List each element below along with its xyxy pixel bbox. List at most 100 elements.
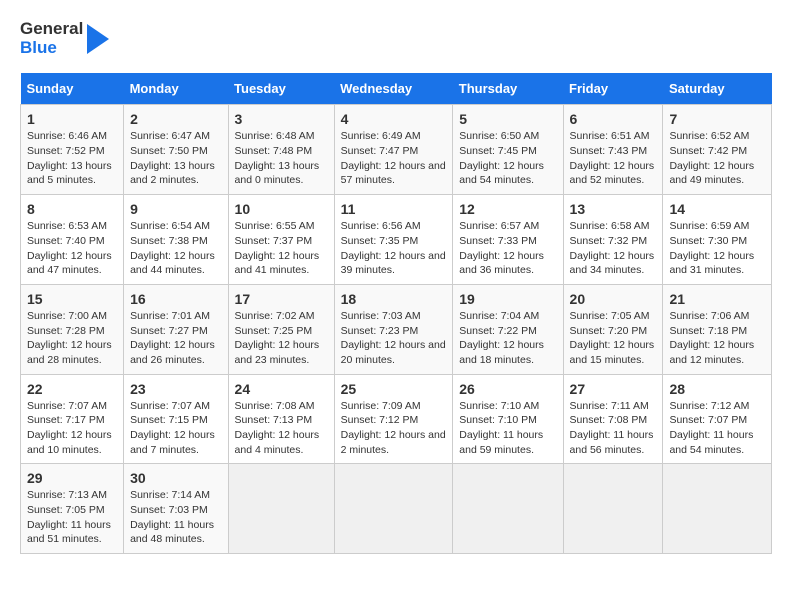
day-number: 2 [130, 111, 221, 127]
day-info: Sunrise: 6:56 AM Sunset: 7:35 PM Dayligh… [341, 219, 447, 278]
calendar-cell: 21 Sunrise: 7:06 AM Sunset: 7:18 PM Dayl… [663, 284, 772, 374]
day-number: 29 [27, 470, 117, 486]
calendar-cell: 13 Sunrise: 6:58 AM Sunset: 7:32 PM Dayl… [563, 195, 663, 285]
day-number: 5 [459, 111, 556, 127]
calendar-cell: 6 Sunrise: 6:51 AM Sunset: 7:43 PM Dayli… [563, 105, 663, 195]
calendar-cell: 16 Sunrise: 7:01 AM Sunset: 7:27 PM Dayl… [124, 284, 228, 374]
calendar-cell: 29 Sunrise: 7:13 AM Sunset: 7:05 PM Dayl… [21, 464, 124, 554]
day-number: 13 [570, 201, 657, 217]
day-info: Sunrise: 7:05 AM Sunset: 7:20 PM Dayligh… [570, 309, 657, 368]
day-info: Sunrise: 7:03 AM Sunset: 7:23 PM Dayligh… [341, 309, 447, 368]
calendar-cell: 10 Sunrise: 6:55 AM Sunset: 7:37 PM Dayl… [228, 195, 334, 285]
day-info: Sunrise: 7:07 AM Sunset: 7:17 PM Dayligh… [27, 399, 117, 458]
day-info: Sunrise: 6:50 AM Sunset: 7:45 PM Dayligh… [459, 129, 556, 188]
calendar-week-row: 22 Sunrise: 7:07 AM Sunset: 7:17 PM Dayl… [21, 374, 772, 464]
day-number: 18 [341, 291, 447, 307]
day-number: 17 [235, 291, 328, 307]
day-number: 14 [669, 201, 765, 217]
day-info: Sunrise: 7:13 AM Sunset: 7:05 PM Dayligh… [27, 488, 117, 547]
column-header-tuesday: Tuesday [228, 73, 334, 105]
day-info: Sunrise: 7:04 AM Sunset: 7:22 PM Dayligh… [459, 309, 556, 368]
calendar-cell: 14 Sunrise: 6:59 AM Sunset: 7:30 PM Dayl… [663, 195, 772, 285]
day-info: Sunrise: 7:02 AM Sunset: 7:25 PM Dayligh… [235, 309, 328, 368]
calendar-cell: 8 Sunrise: 6:53 AM Sunset: 7:40 PM Dayli… [21, 195, 124, 285]
day-info: Sunrise: 6:48 AM Sunset: 7:48 PM Dayligh… [235, 129, 328, 188]
calendar-cell: 3 Sunrise: 6:48 AM Sunset: 7:48 PM Dayli… [228, 105, 334, 195]
calendar-cell: 20 Sunrise: 7:05 AM Sunset: 7:20 PM Dayl… [563, 284, 663, 374]
calendar-cell: 28 Sunrise: 7:12 AM Sunset: 7:07 PM Dayl… [663, 374, 772, 464]
day-number: 21 [669, 291, 765, 307]
day-number: 19 [459, 291, 556, 307]
day-info: Sunrise: 6:49 AM Sunset: 7:47 PM Dayligh… [341, 129, 447, 188]
day-info: Sunrise: 7:01 AM Sunset: 7:27 PM Dayligh… [130, 309, 221, 368]
day-info: Sunrise: 6:47 AM Sunset: 7:50 PM Dayligh… [130, 129, 221, 188]
calendar-week-row: 15 Sunrise: 7:00 AM Sunset: 7:28 PM Dayl… [21, 284, 772, 374]
day-info: Sunrise: 6:53 AM Sunset: 7:40 PM Dayligh… [27, 219, 117, 278]
day-info: Sunrise: 7:14 AM Sunset: 7:03 PM Dayligh… [130, 488, 221, 547]
day-number: 8 [27, 201, 117, 217]
calendar-week-row: 1 Sunrise: 6:46 AM Sunset: 7:52 PM Dayli… [21, 105, 772, 195]
day-info: Sunrise: 6:58 AM Sunset: 7:32 PM Dayligh… [570, 219, 657, 278]
day-info: Sunrise: 6:52 AM Sunset: 7:42 PM Dayligh… [669, 129, 765, 188]
day-number: 28 [669, 381, 765, 397]
day-number: 23 [130, 381, 221, 397]
day-number: 20 [570, 291, 657, 307]
calendar-cell [228, 464, 334, 554]
calendar-cell [334, 464, 453, 554]
day-info: Sunrise: 6:55 AM Sunset: 7:37 PM Dayligh… [235, 219, 328, 278]
calendar-cell: 26 Sunrise: 7:10 AM Sunset: 7:10 PM Dayl… [453, 374, 563, 464]
day-number: 6 [570, 111, 657, 127]
calendar-cell: 15 Sunrise: 7:00 AM Sunset: 7:28 PM Dayl… [21, 284, 124, 374]
day-number: 4 [341, 111, 447, 127]
day-number: 15 [27, 291, 117, 307]
calendar-cell: 9 Sunrise: 6:54 AM Sunset: 7:38 PM Dayli… [124, 195, 228, 285]
calendar-cell: 2 Sunrise: 6:47 AM Sunset: 7:50 PM Dayli… [124, 105, 228, 195]
day-info: Sunrise: 7:08 AM Sunset: 7:13 PM Dayligh… [235, 399, 328, 458]
column-header-saturday: Saturday [663, 73, 772, 105]
logo: General Blue [20, 20, 109, 57]
calendar-cell [563, 464, 663, 554]
calendar-cell: 24 Sunrise: 7:08 AM Sunset: 7:13 PM Dayl… [228, 374, 334, 464]
calendar-cell: 19 Sunrise: 7:04 AM Sunset: 7:22 PM Dayl… [453, 284, 563, 374]
column-header-monday: Monday [124, 73, 228, 105]
page-header: General Blue [20, 20, 772, 57]
day-number: 24 [235, 381, 328, 397]
day-info: Sunrise: 6:46 AM Sunset: 7:52 PM Dayligh… [27, 129, 117, 188]
logo-blue-text: Blue [20, 38, 57, 57]
day-number: 26 [459, 381, 556, 397]
calendar-cell: 23 Sunrise: 7:07 AM Sunset: 7:15 PM Dayl… [124, 374, 228, 464]
calendar-cell: 27 Sunrise: 7:11 AM Sunset: 7:08 PM Dayl… [563, 374, 663, 464]
calendar-header-row: SundayMondayTuesdayWednesdayThursdayFrid… [21, 73, 772, 105]
day-info: Sunrise: 7:07 AM Sunset: 7:15 PM Dayligh… [130, 399, 221, 458]
day-number: 30 [130, 470, 221, 486]
day-number: 3 [235, 111, 328, 127]
logo-arrow-icon [87, 24, 109, 54]
day-number: 9 [130, 201, 221, 217]
day-info: Sunrise: 6:59 AM Sunset: 7:30 PM Dayligh… [669, 219, 765, 278]
calendar-table: SundayMondayTuesdayWednesdayThursdayFrid… [20, 73, 772, 554]
calendar-cell: 11 Sunrise: 6:56 AM Sunset: 7:35 PM Dayl… [334, 195, 453, 285]
day-number: 25 [341, 381, 447, 397]
day-info: Sunrise: 7:06 AM Sunset: 7:18 PM Dayligh… [669, 309, 765, 368]
calendar-cell: 5 Sunrise: 6:50 AM Sunset: 7:45 PM Dayli… [453, 105, 563, 195]
column-header-wednesday: Wednesday [334, 73, 453, 105]
calendar-cell: 12 Sunrise: 6:57 AM Sunset: 7:33 PM Dayl… [453, 195, 563, 285]
calendar-cell [663, 464, 772, 554]
day-number: 12 [459, 201, 556, 217]
day-number: 7 [669, 111, 765, 127]
day-number: 1 [27, 111, 117, 127]
column-header-thursday: Thursday [453, 73, 563, 105]
calendar-cell: 7 Sunrise: 6:52 AM Sunset: 7:42 PM Dayli… [663, 105, 772, 195]
day-info: Sunrise: 7:10 AM Sunset: 7:10 PM Dayligh… [459, 399, 556, 458]
day-info: Sunrise: 6:57 AM Sunset: 7:33 PM Dayligh… [459, 219, 556, 278]
day-info: Sunrise: 7:00 AM Sunset: 7:28 PM Dayligh… [27, 309, 117, 368]
day-info: Sunrise: 7:09 AM Sunset: 7:12 PM Dayligh… [341, 399, 447, 458]
column-header-friday: Friday [563, 73, 663, 105]
calendar-cell: 30 Sunrise: 7:14 AM Sunset: 7:03 PM Dayl… [124, 464, 228, 554]
day-number: 11 [341, 201, 447, 217]
calendar-week-row: 29 Sunrise: 7:13 AM Sunset: 7:05 PM Dayl… [21, 464, 772, 554]
day-number: 10 [235, 201, 328, 217]
day-info: Sunrise: 7:11 AM Sunset: 7:08 PM Dayligh… [570, 399, 657, 458]
calendar-cell: 18 Sunrise: 7:03 AM Sunset: 7:23 PM Dayl… [334, 284, 453, 374]
logo-general-text: General [20, 19, 83, 38]
